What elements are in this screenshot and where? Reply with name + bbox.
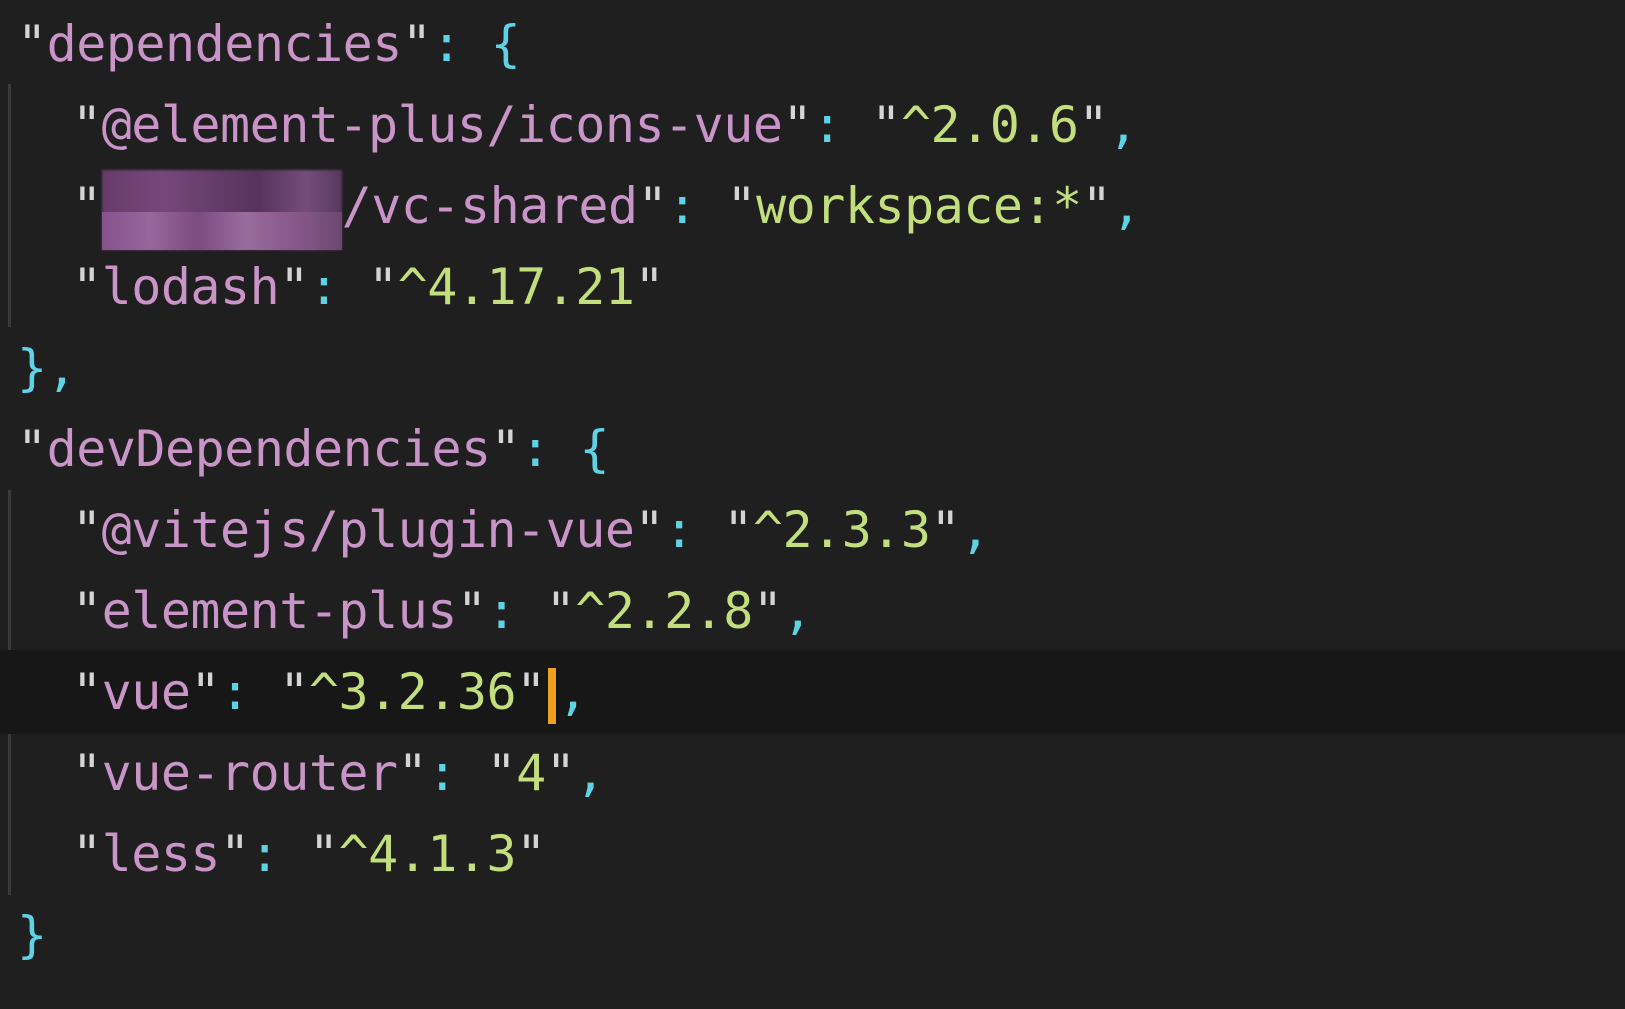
json-value: ^4.1.3	[338, 825, 517, 883]
code-line[interactable]: "devDependencies": {	[0, 407, 1625, 491]
code-line[interactable]: },	[0, 326, 1625, 410]
quote: "	[17, 420, 47, 478]
quote: "	[72, 501, 102, 559]
quote: "	[72, 744, 102, 802]
json-key: less	[101, 825, 221, 883]
code-line[interactable]: "/vc-shared": "workspace:*",	[0, 164, 1625, 250]
quote: "	[490, 420, 521, 478]
quote: "	[637, 177, 668, 235]
json-key: lodash	[101, 258, 280, 316]
code-line[interactable]: }	[0, 893, 1625, 977]
quote: "	[397, 744, 428, 802]
colon: :	[308, 258, 369, 316]
quote: "	[72, 825, 102, 883]
colon: :	[486, 582, 546, 640]
json-value: 4	[516, 744, 546, 802]
comma: ,	[1108, 96, 1138, 154]
json-key: vue-router	[101, 744, 399, 802]
quote: "	[545, 582, 576, 640]
quote: "	[871, 96, 901, 154]
code-line[interactable]: "lodash": "^4.17.21"	[0, 245, 1625, 329]
code-line[interactable]: "@vitejs/plugin-vue": "^2.3.3",	[0, 488, 1625, 572]
close-brace: }	[17, 906, 47, 964]
quote: "	[72, 582, 102, 640]
redacted-blur	[101, 164, 342, 250]
json-value: ^2.0.6	[900, 96, 1079, 154]
json-value: ^2.2.8	[575, 582, 753, 640]
quote: "	[545, 744, 576, 802]
quote: "	[634, 501, 665, 559]
quote: "	[72, 258, 102, 316]
comma: ,	[575, 744, 605, 802]
quote: "	[17, 15, 47, 73]
comma: ,	[1111, 177, 1141, 235]
close-brace: }	[17, 339, 47, 397]
colon: :	[667, 177, 727, 235]
comma: ,	[557, 663, 588, 721]
json-key: /vc-shared	[341, 177, 639, 235]
json-key: element-plus	[101, 582, 458, 640]
colon: :	[520, 420, 580, 478]
quote: "	[72, 663, 102, 721]
json-value: workspace:*	[756, 177, 1082, 235]
json-key: vue	[101, 663, 191, 721]
colon: :	[812, 96, 872, 154]
quote: "	[1078, 96, 1109, 154]
quote: "	[634, 258, 665, 316]
quote: "	[723, 501, 753, 559]
code-line[interactable]: "dependencies": {	[0, 2, 1625, 86]
quote: "	[726, 177, 757, 235]
current-code-line[interactable]: "vue": "^3.2.36",	[0, 650, 1625, 734]
json-key: dependencies	[46, 15, 403, 73]
code-line[interactable]: "vue-router": "4",	[0, 731, 1625, 815]
quote: "	[752, 582, 783, 640]
quote: "	[1081, 177, 1112, 235]
quote: "	[930, 501, 961, 559]
quote: "	[220, 825, 250, 883]
json-key: @vitejs/plugin-vue	[101, 501, 635, 559]
json-value: ^4.17.21	[397, 258, 635, 316]
comma: ,	[46, 339, 77, 397]
quote: "	[368, 258, 398, 316]
json-key: @element-plus/icons-vue	[101, 96, 783, 154]
colon: :	[220, 663, 280, 721]
json-key: devDependencies	[46, 420, 492, 478]
colon: :	[249, 825, 309, 883]
code-line[interactable]: "@element-plus/icons-vue": "^2.0.6",	[0, 83, 1625, 167]
quote: "	[516, 663, 546, 721]
comma: ,	[782, 582, 813, 640]
quote: "	[72, 96, 102, 154]
comma: ,	[960, 501, 990, 559]
quote: "	[72, 177, 102, 235]
quote: "	[279, 663, 309, 721]
open-brace: {	[579, 420, 610, 478]
quote: "	[782, 96, 813, 154]
json-value: ^3.2.36	[308, 663, 517, 721]
quote: "	[279, 258, 309, 316]
quote: "	[401, 15, 432, 73]
colon: :	[664, 501, 724, 559]
quote: "	[308, 825, 339, 883]
quote: "	[486, 744, 517, 802]
code-line[interactable]: "less": "^4.1.3"	[0, 812, 1625, 896]
quote: "	[516, 825, 546, 883]
code-editor[interactable]: "dependencies": { "@element-plus/icons-v…	[0, 0, 1625, 1009]
quote: "	[190, 663, 221, 721]
colon: :	[431, 15, 491, 73]
quote: "	[456, 582, 487, 640]
text-cursor	[547, 667, 556, 724]
colon: :	[427, 744, 487, 802]
open-brace: {	[490, 15, 521, 73]
json-value: ^2.3.3	[752, 501, 931, 559]
code-line[interactable]: "element-plus": "^2.2.8",	[0, 569, 1625, 653]
